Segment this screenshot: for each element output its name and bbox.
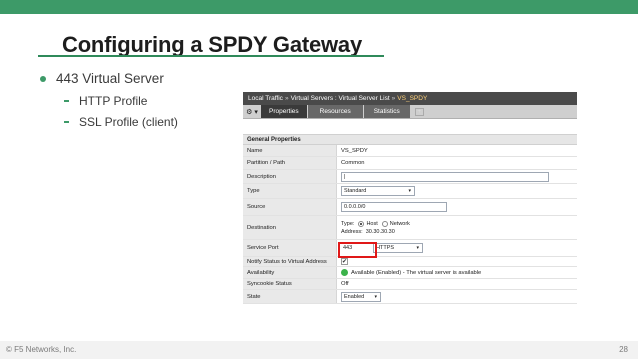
property-row: State Enabled ▾ bbox=[243, 290, 577, 304]
protocol-select-value: HTTPS bbox=[376, 245, 395, 251]
description-input[interactable]: | bbox=[341, 171, 549, 182]
tab-resources[interactable]: Resources bbox=[307, 105, 364, 118]
property-label: Syncookie Status bbox=[243, 279, 337, 289]
virtual-server-screenshot: Local Traffic » Virtual Servers : Virtua… bbox=[243, 92, 577, 314]
property-label: Description bbox=[243, 170, 337, 183]
property-row: Description | bbox=[243, 170, 577, 184]
property-row: Availability Available (Enabled) - The v… bbox=[243, 267, 577, 279]
property-row: Syncookie Status Off bbox=[243, 279, 577, 290]
breadcrumb-virtual-server-list[interactable]: Virtual Servers : Virtual Server List bbox=[291, 95, 390, 102]
property-label: Service Port bbox=[243, 240, 337, 256]
address-input[interactable]: 30.30.30.30 bbox=[366, 229, 395, 235]
property-label: Partition / Path bbox=[243, 157, 337, 169]
gear-icon[interactable]: ⚙ ▾ bbox=[243, 105, 261, 118]
source-input[interactable]: 0.0.0.0/0 bbox=[341, 202, 447, 212]
state-select[interactable]: Enabled ▾ bbox=[341, 291, 381, 302]
chevron-down-icon: ▾ bbox=[416, 245, 419, 251]
availability-value: Available (Enabled) - The virtual server… bbox=[351, 269, 482, 276]
title-underline bbox=[38, 55, 384, 57]
sub-bullet-text: HTTP Profile bbox=[79, 94, 148, 108]
bullet-dot-icon bbox=[40, 75, 46, 82]
address-label: Address: bbox=[341, 228, 363, 235]
breadcrumb-separator: » bbox=[391, 95, 396, 102]
page-number: 28 bbox=[619, 345, 628, 354]
breadcrumb-local-traffic[interactable]: Local Traffic bbox=[248, 95, 283, 102]
notify-checkbox[interactable]: ✔ bbox=[341, 258, 348, 265]
sub-bullet-item: SSL Profile (client) bbox=[64, 115, 178, 129]
property-row: Type Standard ▾ bbox=[243, 184, 577, 199]
copyright-text: © F5 Networks, Inc. bbox=[6, 345, 77, 354]
property-label: Source bbox=[243, 199, 337, 215]
property-label: State bbox=[243, 290, 337, 303]
property-label: Notify Status to Virtual Address bbox=[243, 257, 337, 266]
property-label: Type bbox=[243, 184, 337, 198]
property-label: Availability bbox=[243, 267, 337, 278]
top-accent-bar bbox=[0, 0, 638, 14]
tab-statistics[interactable]: Statistics bbox=[363, 105, 411, 118]
property-row: Service Port 443 HTTPS ▾ bbox=[243, 240, 577, 257]
property-row: Name VS_SPDY bbox=[243, 145, 577, 157]
network-radio[interactable] bbox=[381, 220, 388, 227]
destination-address-row: Address: 30.30.30.30 bbox=[341, 229, 395, 235]
sub-bullet-item: HTTP Profile bbox=[64, 94, 147, 108]
destination-type-row: Type: Host Network bbox=[341, 220, 410, 227]
bullet-text: 443 Virtual Server bbox=[56, 71, 164, 86]
dash-icon bbox=[64, 100, 69, 102]
network-radio-label: Network bbox=[389, 220, 410, 227]
bullet-item: 443 Virtual Server bbox=[38, 71, 164, 86]
chevron-down-icon: ▾ bbox=[408, 188, 411, 194]
type-select-value: Standard bbox=[344, 188, 367, 194]
syncookie-value: Off bbox=[341, 281, 349, 287]
destination-type-label: Type: bbox=[341, 220, 355, 227]
section-header: General Properties bbox=[243, 134, 577, 145]
sub-bullet-text: SSL Profile (client) bbox=[79, 115, 178, 129]
property-row: Partition / Path Common bbox=[243, 157, 577, 170]
type-select[interactable]: Standard ▾ bbox=[341, 186, 415, 196]
property-row: Notify Status to Virtual Address ✔ bbox=[243, 257, 577, 267]
partition-value: Common bbox=[341, 160, 365, 166]
state-select-value: Enabled bbox=[344, 293, 365, 300]
host-radio-label: Host bbox=[366, 220, 378, 227]
name-value: VS_SPDY bbox=[341, 147, 368, 154]
service-port-protocol-select[interactable]: HTTPS ▾ bbox=[373, 243, 423, 253]
breadcrumb-current: VS_SPDY bbox=[397, 95, 428, 102]
breadcrumb: Local Traffic » Virtual Servers : Virtua… bbox=[243, 92, 577, 105]
tab-properties[interactable]: Properties bbox=[261, 105, 308, 118]
plus-icon[interactable]: + bbox=[414, 108, 424, 116]
dash-icon bbox=[64, 121, 69, 123]
service-port-highlight bbox=[338, 242, 377, 258]
tab-bar: ⚙ ▾ Properties Resources Statistics + bbox=[243, 105, 577, 119]
property-row: Source 0.0.0.0/0 bbox=[243, 199, 577, 216]
property-row: Destination Type: Host Network Address: … bbox=[243, 216, 577, 240]
property-label: Name bbox=[243, 145, 337, 156]
footer-bar bbox=[0, 341, 638, 359]
host-radio[interactable] bbox=[358, 220, 365, 227]
chevron-down-icon: ▾ bbox=[374, 293, 377, 300]
property-label: Destination bbox=[243, 216, 337, 239]
status-available-icon bbox=[341, 269, 348, 276]
breadcrumb-separator: » bbox=[284, 95, 289, 102]
